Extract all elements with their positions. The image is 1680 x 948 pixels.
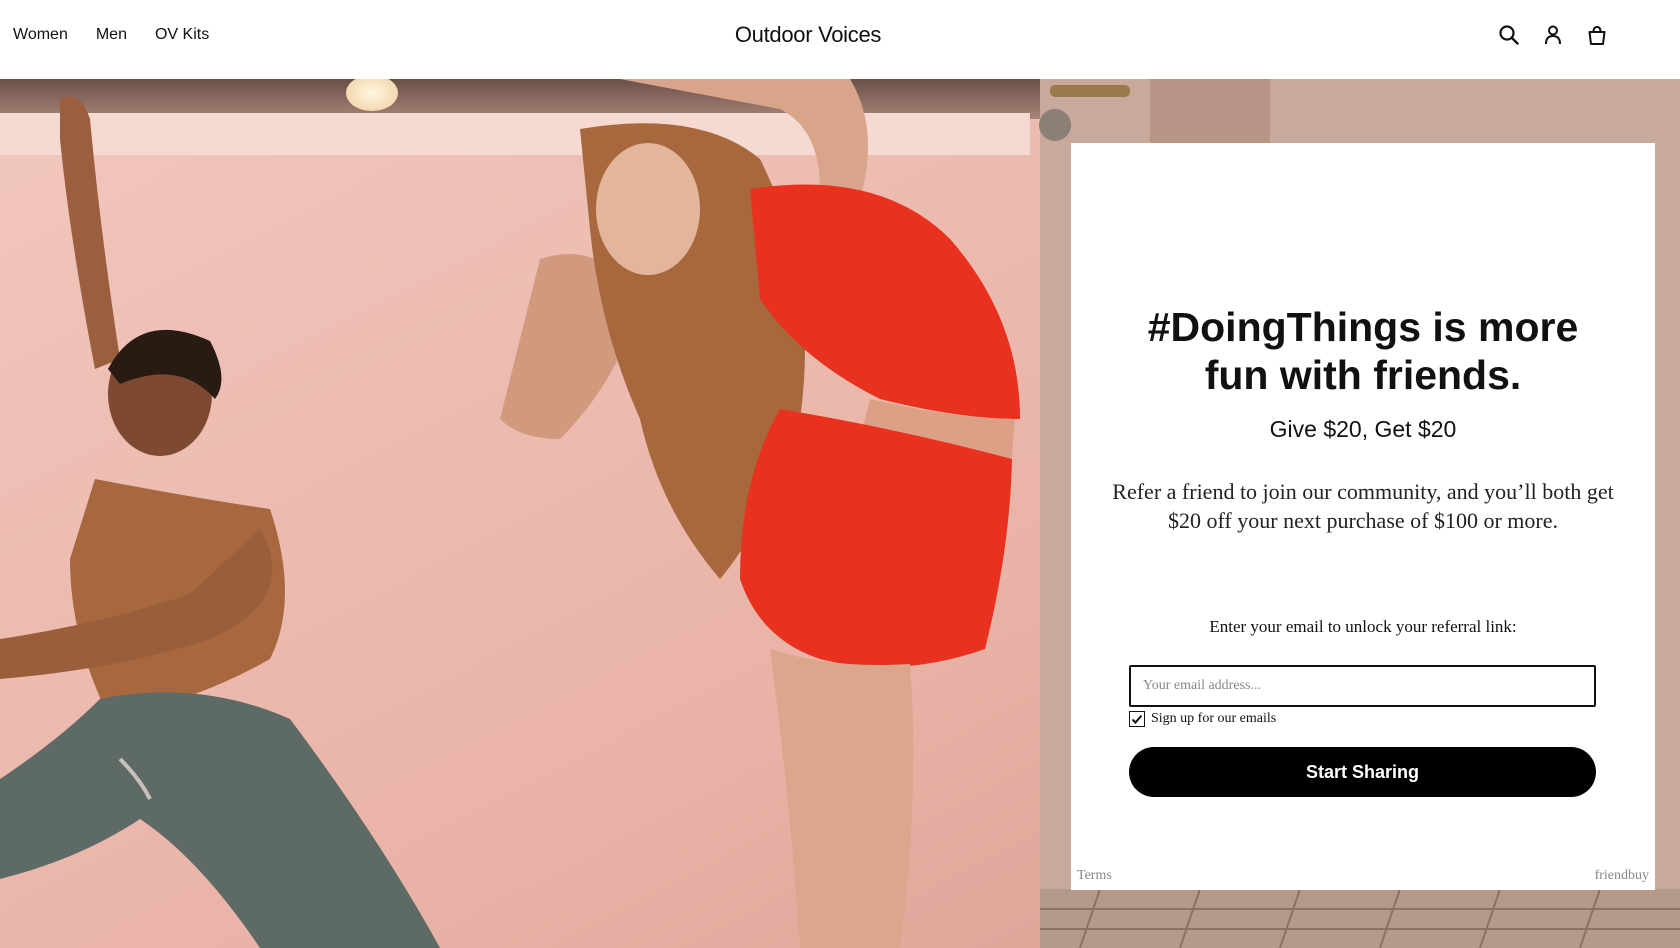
site-header: Women Men OV Kits Outdoor Voices bbox=[0, 0, 1680, 79]
email-label: Enter your email to unlock your referral… bbox=[1209, 617, 1517, 636]
checkmark-icon bbox=[1131, 714, 1143, 724]
terms-link[interactable]: Terms bbox=[1077, 868, 1112, 884]
newsletter-checkbox[interactable] bbox=[1129, 711, 1145, 727]
email-input[interactable] bbox=[1129, 665, 1596, 707]
bag-icon[interactable] bbox=[1584, 22, 1610, 48]
account-icon[interactable] bbox=[1540, 22, 1566, 48]
brand-logo[interactable]: Outdoor Voices bbox=[0, 22, 1616, 48]
friendbuy-label: friendbuy bbox=[1594, 868, 1649, 883]
header-icons bbox=[1496, 22, 1610, 48]
modal-description: Refer a friend to join our community, an… bbox=[1112, 479, 1614, 533]
search-icon[interactable] bbox=[1496, 22, 1522, 48]
start-sharing-button[interactable]: Start Sharing bbox=[1129, 747, 1596, 797]
newsletter-checkbox-label[interactable]: Sign up for our emails bbox=[1151, 711, 1276, 727]
newsletter-checkbox-row: Sign up for our emails bbox=[1129, 711, 1276, 727]
modal-subtitle: Give $20, Get $20 bbox=[1269, 416, 1457, 442]
referral-modal: #DoingThings is more fun with friends. G… bbox=[1071, 143, 1655, 890]
modal-title: #DoingThings is more fun with friends. bbox=[1147, 304, 1579, 398]
